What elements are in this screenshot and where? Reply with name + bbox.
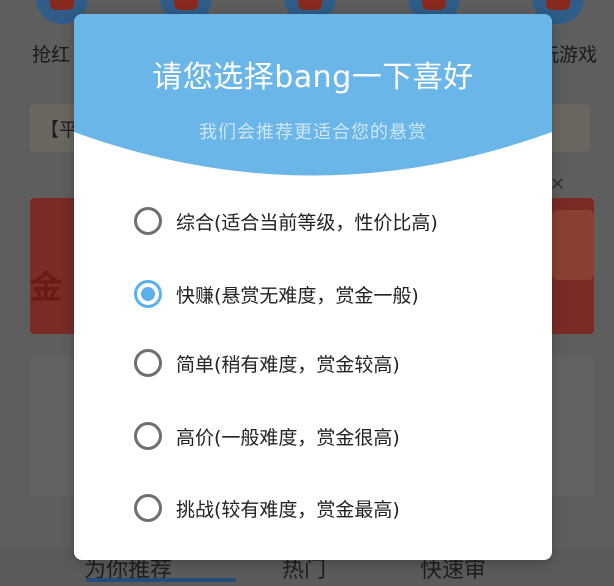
bg-label-red-packet: 抢红 [32,44,71,66]
header-wave-shape [74,14,552,176]
bg-notice-text: 【平 [40,119,79,141]
option-label: 高价(一般难度，赏金很高) [176,426,400,449]
close-icon: ✕ [550,174,566,195]
option-label: 快赚(悬赏无难度，赏金一般) [176,284,419,307]
radio-unchecked-icon[interactable] [134,207,162,235]
dialog-title: 请您选择bang一下喜好 [152,60,474,95]
preference-dialog: 请您选择bang一下喜好 我们会推荐更适合您的悬赏 综合(适合当前等级，性价比高… [74,14,552,560]
bg-tab-indicator [86,578,236,582]
option-label: 简单(稍有难度，赏金较高) [176,353,400,376]
option-high-price[interactable]: 高价(一般难度，赏金很高) [134,416,400,456]
dialog-header: 请您选择bang一下喜好 我们会推荐更适合您的悬赏 [74,14,552,189]
option-challenge[interactable]: 挑战(较有难度，赏金最高) [134,488,400,528]
option-label: 挑战(较有难度，赏金最高) [176,498,400,521]
radio-unchecked-icon[interactable] [134,494,162,522]
radio-unchecked-icon[interactable] [134,422,162,450]
option-label: 综合(适合当前等级，性价比高) [176,211,438,234]
bg-banner-text: 金 [30,268,63,306]
option-quick-earn[interactable]: 快赚(悬赏无难度，赏金一般) [134,274,419,314]
dialog-subtitle: 我们会推荐更适合您的悬赏 [199,122,427,143]
option-comprehensive[interactable]: 综合(适合当前等级，性价比高) [134,201,438,241]
option-simple[interactable]: 简单(稍有难度，赏金较高) [134,343,400,383]
radio-unchecked-icon[interactable] [134,349,162,377]
radio-checked-icon[interactable] [134,280,162,308]
bg-banner-graphic [552,210,594,280]
